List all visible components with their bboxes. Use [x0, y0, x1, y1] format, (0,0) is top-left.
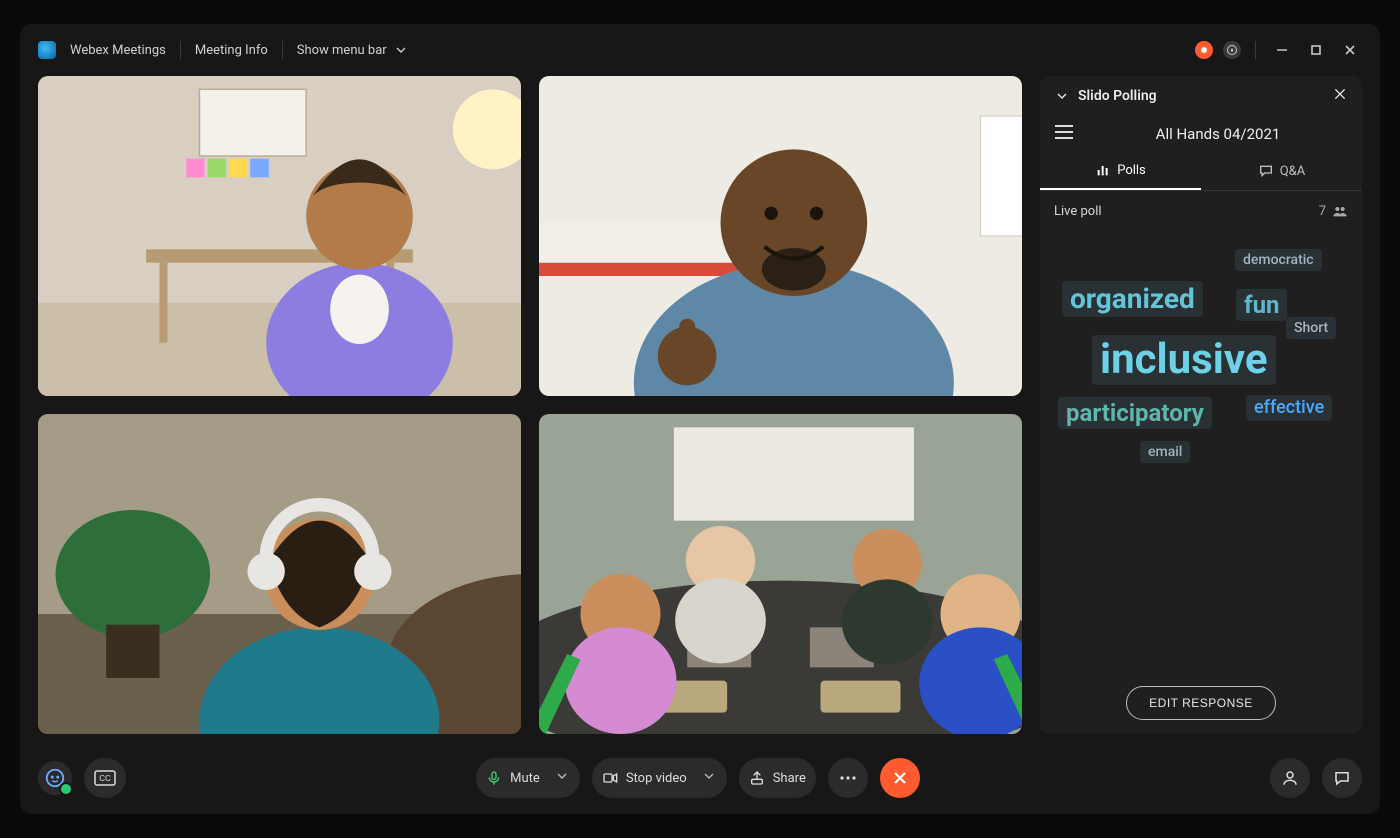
panel-menu-button[interactable] — [1054, 124, 1074, 144]
chevron-down-icon[interactable] — [1054, 88, 1070, 104]
panel-tabs: Polls Q&A — [1040, 152, 1362, 191]
tab-qa[interactable]: Q&A — [1201, 152, 1362, 190]
person-icon — [1281, 769, 1299, 787]
captions-button[interactable]: CC — [84, 758, 126, 798]
participants-button[interactable] — [1270, 758, 1310, 798]
stop-video-button[interactable]: Stop video — [592, 758, 727, 798]
topbar-left: Webex Meetings Meeting Info Show menu ba… — [38, 41, 409, 59]
participant-tile[interactable] — [539, 414, 1022, 734]
app-logo-icon — [38, 41, 56, 59]
bar-chart-icon — [1095, 162, 1111, 178]
mute-options-button[interactable] — [548, 768, 576, 788]
share-label: Share — [773, 771, 806, 786]
mute-label: Mute — [510, 771, 540, 786]
chevron-down-icon — [701, 768, 717, 784]
bottombar: CC Mute Stop video Share — [20, 742, 1380, 814]
panel-footer: EDIT RESPONSE — [1040, 672, 1362, 734]
wordcloud-word: inclusive — [1092, 335, 1276, 385]
cc-icon: CC — [94, 770, 116, 786]
share-button[interactable]: Share — [739, 758, 816, 798]
bottombar-left: CC — [38, 758, 126, 798]
tab-polls-label: Polls — [1117, 163, 1146, 178]
wordcloud-word: email — [1140, 441, 1190, 463]
participant-tile[interactable] — [38, 76, 521, 396]
participant-tile[interactable] — [38, 414, 521, 734]
video-grid — [38, 76, 1022, 734]
slido-panel: Slido Polling All Hands 04/2021 Polls — [1040, 76, 1362, 734]
wordcloud-word: Short — [1286, 317, 1336, 339]
window-close-button[interactable] — [1338, 38, 1362, 62]
more-options-button[interactable] — [828, 758, 868, 798]
people-icon — [1332, 203, 1348, 219]
chevron-down-icon — [393, 42, 409, 58]
share-icon — [749, 770, 765, 786]
tab-qa-label: Q&A — [1280, 164, 1306, 179]
close-icon — [891, 769, 909, 787]
bottombar-right — [1270, 758, 1362, 798]
video-icon — [602, 770, 618, 786]
microphone-icon — [486, 770, 502, 786]
stop-video-label: Stop video — [626, 771, 687, 786]
divider — [282, 41, 283, 59]
divider — [180, 41, 181, 59]
meeting-info-link[interactable]: Meeting Info — [195, 43, 268, 58]
hamburger-icon — [1054, 124, 1074, 140]
panel-header: Slido Polling — [1040, 76, 1362, 116]
app-name: Webex Meetings — [70, 43, 166, 58]
window-maximize-button[interactable] — [1304, 38, 1328, 62]
main-area: Slido Polling All Hands 04/2021 Polls — [20, 76, 1380, 742]
panel-subheader: All Hands 04/2021 — [1040, 116, 1362, 152]
wordcloud-word: organized — [1062, 281, 1203, 317]
ai-assistant-button[interactable] — [38, 761, 72, 795]
ellipsis-icon — [839, 775, 857, 781]
wordcloud-word: participatory — [1058, 397, 1212, 429]
participant-tile[interactable] — [539, 76, 1022, 396]
topbar: Webex Meetings Meeting Info Show menu ba… — [20, 24, 1380, 76]
wordcloud-word: effective — [1246, 395, 1332, 421]
event-title: All Hands 04/2021 — [1088, 125, 1348, 143]
panel-title: Slido Polling — [1078, 88, 1157, 104]
bot-icon — [44, 767, 66, 789]
wordcloud: democratic organized funShort inclusive part… — [1040, 231, 1362, 672]
show-menu-label: Show menu bar — [297, 43, 387, 58]
app-window: Webex Meetings Meeting Info Show menu ba… — [20, 24, 1380, 814]
wordcloud-word: democratic — [1235, 249, 1322, 271]
topbar-right — [1195, 38, 1362, 62]
end-call-button[interactable] — [880, 758, 920, 798]
wordcloud-word: fun — [1236, 289, 1287, 321]
divider — [1255, 41, 1256, 59]
chat-bubble-icon — [1333, 769, 1351, 787]
bottombar-center: Mute Stop video Share — [476, 758, 920, 798]
poll-meta: Live poll 7 — [1040, 191, 1362, 231]
panel-close-button[interactable] — [1332, 86, 1348, 106]
tab-polls[interactable]: Polls — [1040, 152, 1201, 190]
close-icon — [1332, 86, 1348, 102]
chevron-down-icon — [554, 768, 570, 784]
mute-button[interactable]: Mute — [476, 758, 580, 798]
video-options-button[interactable] — [695, 768, 723, 788]
show-menu-bar-toggle[interactable]: Show menu bar — [297, 42, 409, 58]
chat-icon — [1258, 163, 1274, 179]
chat-button[interactable] — [1322, 758, 1362, 798]
edit-response-button[interactable]: EDIT RESPONSE — [1126, 686, 1276, 720]
layout-button[interactable] — [1223, 41, 1241, 59]
record-indicator-icon[interactable] — [1195, 41, 1213, 59]
svg-text:CC: CC — [99, 774, 111, 783]
participant-count: 7 — [1319, 204, 1326, 219]
window-minimize-button[interactable] — [1270, 38, 1294, 62]
poll-status: Live poll — [1054, 204, 1102, 219]
